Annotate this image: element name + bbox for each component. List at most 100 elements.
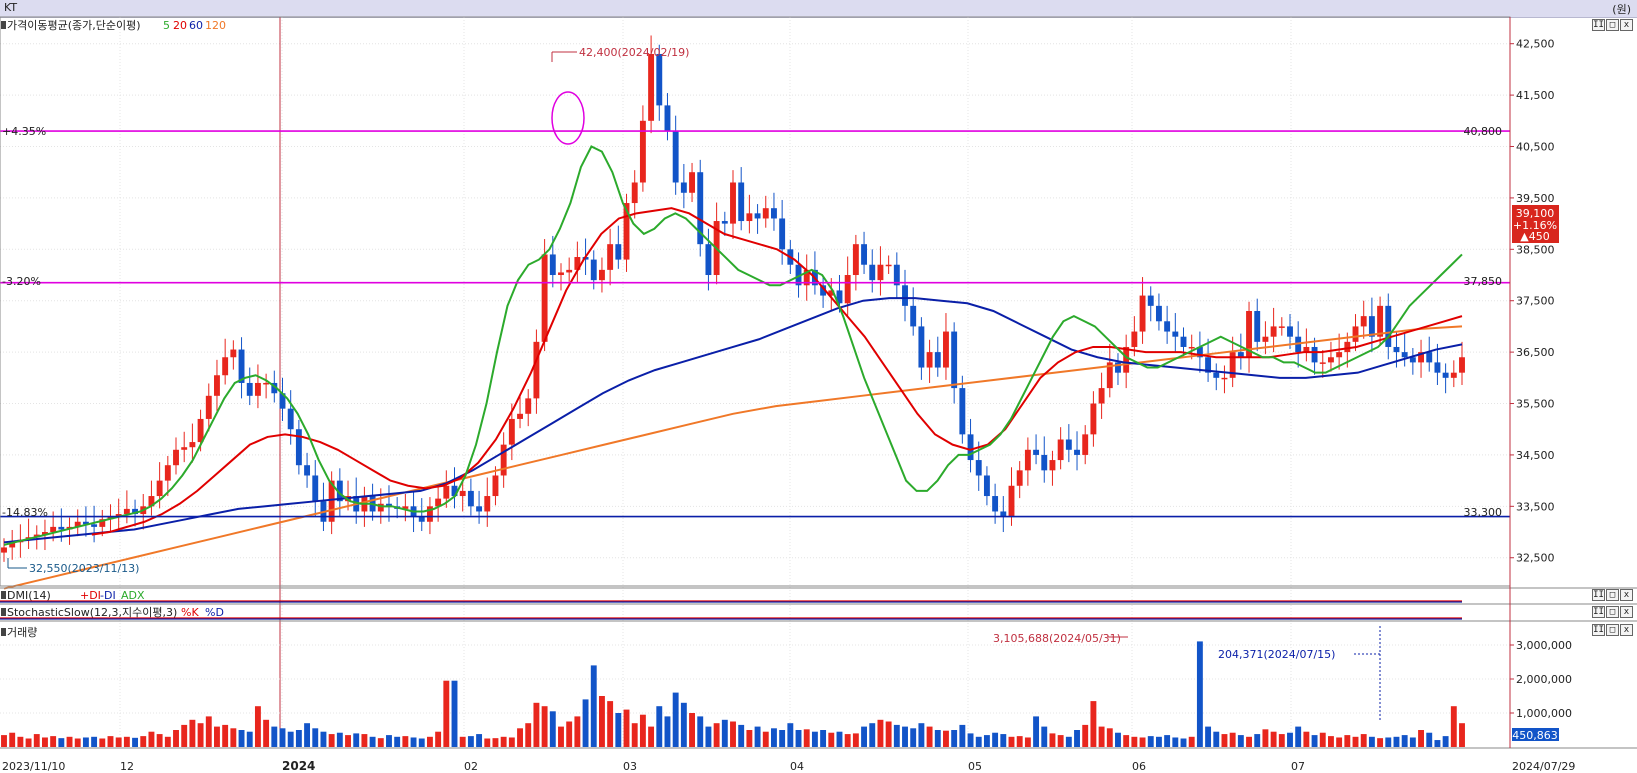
stoch-legend-k: %K (181, 606, 199, 619)
volume-bar (173, 730, 179, 747)
volume-bar (500, 736, 507, 747)
candle-body (844, 275, 851, 304)
volume-bar (230, 728, 237, 747)
legend-ma120: 120 (205, 19, 226, 32)
candle-body (443, 485, 450, 499)
volume-bar (1016, 736, 1023, 747)
volume-bar (1024, 737, 1031, 747)
price-tick-label: 33,500 (1516, 500, 1555, 513)
volume-bar (852, 733, 859, 747)
volume-bar (541, 706, 548, 747)
current-change: ▲450 (1520, 230, 1549, 243)
volume-bar (1074, 730, 1080, 747)
candle-body (664, 105, 671, 132)
candle-body (1065, 439, 1072, 450)
volume-bar (754, 726, 761, 747)
volume-bar (525, 723, 532, 747)
volume-bar (426, 736, 433, 747)
candle-body (852, 244, 859, 276)
ma60-line (3, 297, 1463, 544)
candle-body (1352, 326, 1359, 342)
candle-body (1057, 439, 1064, 461)
volume-bar (132, 737, 139, 747)
volume-bar (1426, 732, 1433, 747)
volume-bar (1360, 734, 1367, 747)
candle-body (1377, 305, 1384, 337)
price-tick-label: 42,500 (1516, 38, 1555, 51)
candle-body (1090, 403, 1097, 435)
volume-bar (836, 731, 843, 747)
volume-bar (672, 692, 679, 747)
volume-bar (1287, 732, 1293, 747)
volume-bar (386, 735, 392, 747)
candle-body (214, 375, 220, 396)
candle-body (672, 131, 679, 183)
candle-body (304, 465, 311, 476)
x-label: 2023/11/10 (2, 760, 65, 773)
volume-bar (1057, 735, 1064, 747)
candle-body (738, 182, 745, 222)
volume-bar (713, 723, 720, 747)
volume-bar (1115, 732, 1121, 747)
volume-bar (721, 719, 728, 747)
volume-bar (1327, 736, 1334, 747)
volume-bar (1450, 706, 1457, 747)
price-tick-label: 34,500 (1516, 449, 1555, 462)
volume-bar (1303, 731, 1310, 747)
volume-bar (705, 726, 712, 747)
volume-bar (983, 735, 990, 747)
volume-bar (1311, 735, 1318, 747)
volume-bar (279, 728, 286, 747)
volume-bar (1442, 736, 1449, 747)
volume-bar (304, 723, 311, 747)
volume-bar (1123, 735, 1130, 747)
circle-annotation (551, 91, 585, 145)
candle-body (205, 395, 212, 419)
volume-title: 거래량 (7, 626, 37, 639)
volume-bar (328, 734, 335, 747)
volume-bar (1246, 736, 1252, 747)
volume-bar (811, 731, 818, 747)
candle-body (1393, 346, 1400, 353)
candle-body (1172, 331, 1179, 337)
legend-box-icon (1, 608, 6, 616)
volume-bar (664, 716, 671, 747)
volume-bar (345, 735, 351, 747)
volume-bar (410, 737, 417, 747)
stock-chart[interactable]: 32,500 33,500 34,500 35,500 36,500 37,500 38,5… (0, 0, 1637, 773)
volume-bar (1082, 724, 1089, 747)
candle-body (926, 352, 933, 368)
candle-body (508, 418, 515, 445)
volume-bar (1065, 736, 1072, 747)
volume-bar (1270, 731, 1277, 747)
candle-body (1360, 316, 1367, 327)
dmi-legend-adx: ADX (121, 589, 145, 602)
candle-body (1147, 295, 1154, 306)
candle-body (631, 182, 638, 204)
price-tick-label: 35,500 (1516, 398, 1555, 411)
candle-body (1131, 331, 1138, 347)
x-label: 2024 (282, 759, 315, 773)
volume-bar (82, 737, 89, 747)
candle-body (1327, 357, 1334, 363)
volume-bar (762, 731, 769, 747)
candle-body (951, 331, 958, 389)
candle-body (230, 349, 237, 358)
volume-bar (910, 728, 917, 747)
candle-body (525, 398, 532, 414)
volume-bar (1418, 730, 1424, 747)
candle-body (918, 326, 925, 368)
grid (0, 17, 1510, 747)
volume-bar (164, 736, 171, 747)
horizontal-lines (0, 130, 1510, 518)
candle-body (1434, 362, 1441, 373)
volume-bar (656, 706, 663, 747)
volume-bar (156, 734, 163, 747)
volume-bar (402, 736, 409, 747)
volume-bar (1196, 641, 1203, 747)
volume-bar (1180, 738, 1187, 747)
volume-bar (1008, 736, 1015, 747)
volume-bar (795, 730, 802, 747)
volume-bar (443, 680, 450, 747)
price-tick-label: 40,500 (1516, 141, 1555, 154)
